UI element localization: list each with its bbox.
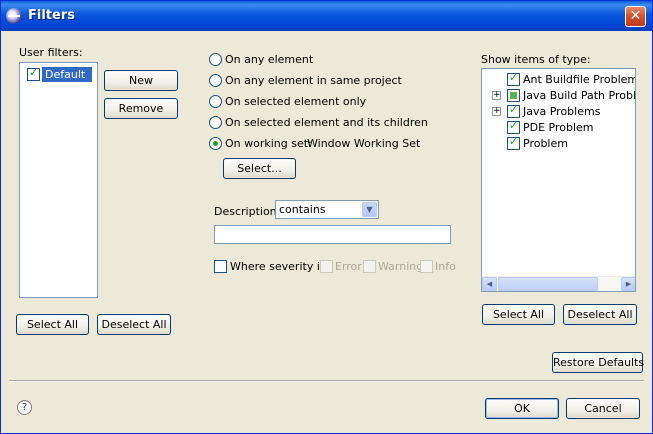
window-title: Filters	[28, 8, 75, 23]
severity-error-checkbox[interactable]	[320, 260, 333, 273]
ok-button[interactable]: OK	[485, 398, 559, 419]
description-operator-value: contains	[279, 203, 326, 216]
types-select-all-label: Select All	[492, 308, 545, 321]
restore-defaults-button[interactable]: Restore Defaults	[552, 352, 645, 373]
scope-any-element-radio[interactable]	[209, 53, 222, 66]
java-problems-checkbox[interactable]	[507, 103, 520, 118]
scope-any-element-label[interactable]: On any element	[225, 53, 313, 66]
filter-default-label: Default	[45, 68, 86, 81]
scope-selected-only-label[interactable]: On selected element only	[225, 95, 366, 108]
list-item[interactable]: Ant Buildfile Problem	[482, 71, 636, 87]
severity-warning-checkbox[interactable]	[363, 260, 376, 273]
list-item[interactable]: Default	[42, 67, 92, 82]
pde-problem-label: PDE Problem	[523, 121, 594, 134]
where-severity-label[interactable]: Where severity is	[230, 260, 326, 273]
severity-info-label: Info	[435, 260, 456, 273]
java-build-path-checkbox[interactable]	[507, 89, 520, 102]
scope-same-project-label[interactable]: On any element in same project	[225, 74, 402, 87]
types-horizontal-scrollbar[interactable]: ◀ ▶	[482, 276, 635, 291]
list-item[interactable]: + Java Problems	[482, 103, 635, 119]
title-bar[interactable]: Filters ✕	[1, 1, 652, 31]
remove-button-label: Remove	[118, 102, 164, 115]
problem-label: Problem	[523, 137, 568, 150]
ok-label: OK	[514, 402, 530, 415]
chevron-down-icon[interactable]: ▼	[362, 202, 377, 217]
scope-same-project-radio[interactable]	[209, 74, 222, 87]
user-filters-label: User filters:	[19, 46, 83, 59]
java-problems-label: Java Problems	[523, 105, 601, 118]
deselect-all-label: Deselect All	[101, 318, 167, 331]
show-items-of-type-label: Show items of type:	[481, 53, 591, 66]
description-text-field[interactable]	[214, 225, 451, 244]
scroll-thumb[interactable]	[498, 277, 598, 291]
new-button[interactable]: New	[104, 70, 178, 91]
select-working-set-label: Select...	[237, 162, 282, 175]
remove-button[interactable]: Remove	[104, 98, 178, 119]
severity-error-label: Error	[335, 260, 362, 273]
problem-checkbox[interactable]	[507, 135, 520, 150]
types-select-all-button[interactable]: Select All	[482, 304, 555, 325]
select-working-set-button[interactable]: Select...	[223, 158, 296, 179]
scope-selected-children-label[interactable]: On selected element and its children	[225, 116, 428, 129]
description-label: Description	[214, 205, 277, 218]
severity-options: Error Warning Info	[318, 257, 460, 277]
cancel-button[interactable]: Cancel	[566, 398, 640, 419]
ant-buildfile-label: Ant Buildfile Problem	[523, 73, 636, 86]
filter-default-checkbox[interactable]	[27, 66, 40, 81]
severity-warning-label: Warning	[378, 260, 424, 273]
scope-selected-only-radio[interactable]	[209, 95, 222, 108]
types-deselect-all-label: Deselect All	[567, 308, 633, 321]
list-item[interactable]: + Java Build Path Problems	[482, 87, 636, 103]
types-deselect-all-button[interactable]: Deselect All	[563, 304, 637, 325]
user-filters-deselect-all-button[interactable]: Deselect All	[97, 314, 171, 335]
expand-plus-icon[interactable]: +	[492, 107, 501, 116]
scope-working-set-radio[interactable]	[209, 137, 222, 150]
types-tree[interactable]: Ant Buildfile Problem + Java Build Path …	[481, 68, 636, 292]
working-set-value: Window Working Set	[307, 137, 421, 150]
ant-buildfile-checkbox[interactable]	[507, 71, 520, 86]
scroll-right-icon[interactable]: ▶	[621, 277, 635, 291]
select-all-label: Select All	[26, 318, 79, 331]
scroll-left-icon[interactable]: ◀	[482, 277, 497, 291]
where-severity-checkbox[interactable]	[214, 260, 227, 273]
scope-working-set-label[interactable]: On working set:	[225, 137, 312, 150]
list-item[interactable]: Problem	[482, 135, 635, 151]
help-icon[interactable]: ?	[17, 400, 32, 415]
footer-separator	[9, 380, 644, 382]
pde-problem-checkbox[interactable]	[507, 119, 520, 134]
filters-dialog: Filters ✕ User filters: Default New Remo…	[0, 0, 653, 434]
expand-plus-icon[interactable]: +	[492, 91, 501, 100]
severity-info-checkbox[interactable]	[420, 260, 433, 273]
scope-selected-children-radio[interactable]	[209, 116, 222, 129]
list-item[interactable]: PDE Problem	[482, 119, 635, 135]
cancel-label: Cancel	[584, 402, 622, 415]
new-button-label: New	[129, 74, 153, 87]
user-filters-list[interactable]: Default	[19, 62, 98, 298]
close-button[interactable]: ✕	[625, 6, 646, 27]
user-filters-select-all-button[interactable]: Select All	[16, 314, 89, 335]
java-build-path-label: Java Build Path Problems	[523, 89, 636, 102]
restore-defaults-label: Restore Defaults	[553, 356, 645, 369]
description-operator-combo[interactable]: contains ▼	[275, 200, 379, 219]
eclipse-icon	[6, 8, 22, 24]
